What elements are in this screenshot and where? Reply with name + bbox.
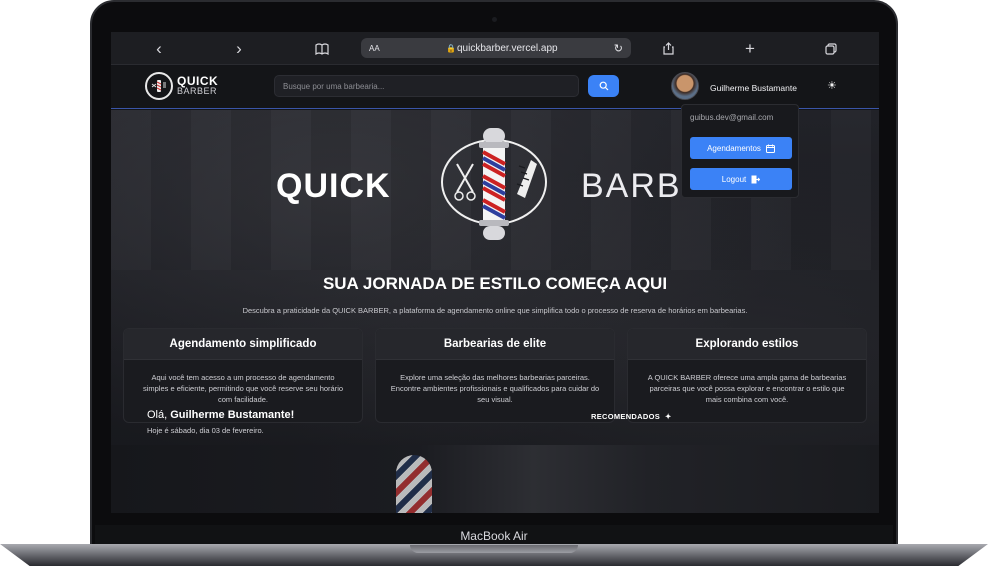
- search-icon: [599, 81, 608, 91]
- user-name[interactable]: Guilherme Bustamante: [710, 83, 797, 93]
- lock-icon: 🔒: [446, 43, 456, 53]
- address-bar[interactable]: AA 🔒 quickbarber.vercel.app ↻: [361, 38, 631, 58]
- device-label: MacBook Air: [460, 529, 528, 543]
- logo-text-barber: BARBER: [177, 86, 218, 96]
- feature-card: Barbearias de elite Explore uma seleção …: [375, 328, 615, 423]
- hero-title: SUA JORNADA DE ESTILO COMEÇA AQUI: [322, 274, 668, 293]
- logo-text-quick: QUICK: [177, 74, 219, 88]
- calendar-icon: [765, 144, 775, 153]
- laptop-notch: [410, 545, 578, 553]
- hero-subtitle: Descubra a praticidade da QUICK BARBER, …: [242, 306, 748, 315]
- barber-pole-icon: [145, 72, 173, 100]
- feature-text: Explore uma seleção das melhores barbear…: [390, 373, 600, 404]
- feature-text: A QUICK BARBER oferece uma ampla gama de…: [647, 373, 847, 404]
- barber-pole-emblem-icon: [439, 124, 549, 249]
- logout-icon: [751, 175, 761, 183]
- search-button[interactable]: [588, 75, 619, 97]
- sidebar-book-icon[interactable]: [313, 32, 331, 65]
- feature-card: Explorando estilos A QUICK BARBER oferec…: [627, 328, 867, 423]
- user-email: guibus.dev@gmail.com: [690, 113, 774, 122]
- tabs-overview-icon[interactable]: [824, 32, 838, 65]
- greeting: Olá, Guilherme Bustamante!: [147, 409, 295, 421]
- share-icon[interactable]: [661, 32, 675, 65]
- appointments-button[interactable]: Agendamentos: [690, 137, 792, 159]
- url-text: quickbarber.vercel.app: [457, 42, 558, 54]
- greeting-user-name: Guilherme Bustamante!: [170, 409, 295, 421]
- barber-pole-photo: [396, 455, 432, 513]
- user-dropdown-menu: guibus.dev@gmail.com Agendamentos Logout: [681, 104, 799, 198]
- current-date: Hoje é sábado, dia 03 de fevereiro.: [147, 426, 264, 435]
- feature-title: Barbearias de elite: [376, 329, 614, 360]
- laptop-chin: MacBook Air: [95, 525, 893, 547]
- sun-icon[interactable]: ☀: [827, 79, 837, 92]
- browser-toolbar: ‹ › AA 🔒 quickbarber.vercel.app ↻ +: [111, 32, 879, 65]
- recommended-heading: RECOMENDADOS ✦: [591, 412, 672, 421]
- screen: ‹ › AA 🔒 quickbarber.vercel.app ↻ + QUIC…: [111, 32, 879, 513]
- text-size-button[interactable]: AA: [369, 44, 380, 53]
- welcome-banner: [111, 445, 879, 513]
- avatar[interactable]: [671, 72, 699, 100]
- search-input[interactable]: [274, 75, 579, 97]
- sparkles-icon: ✦: [665, 412, 672, 421]
- hero-brand-quick: QUICK: [276, 167, 391, 205]
- forward-icon[interactable]: ›: [231, 32, 247, 65]
- feature-title: Agendamento simplificado: [124, 329, 362, 360]
- camera: [492, 17, 497, 22]
- feature-title: Explorando estilos: [628, 329, 866, 360]
- logout-button[interactable]: Logout: [690, 168, 792, 190]
- feature-text: Aqui você tem acesso a um processo de ag…: [142, 373, 344, 404]
- back-icon[interactable]: ‹: [151, 32, 167, 65]
- reload-icon[interactable]: ↻: [614, 42, 623, 55]
- logo[interactable]: QUICK BARBER: [145, 72, 218, 100]
- new-tab-icon[interactable]: +: [743, 32, 757, 65]
